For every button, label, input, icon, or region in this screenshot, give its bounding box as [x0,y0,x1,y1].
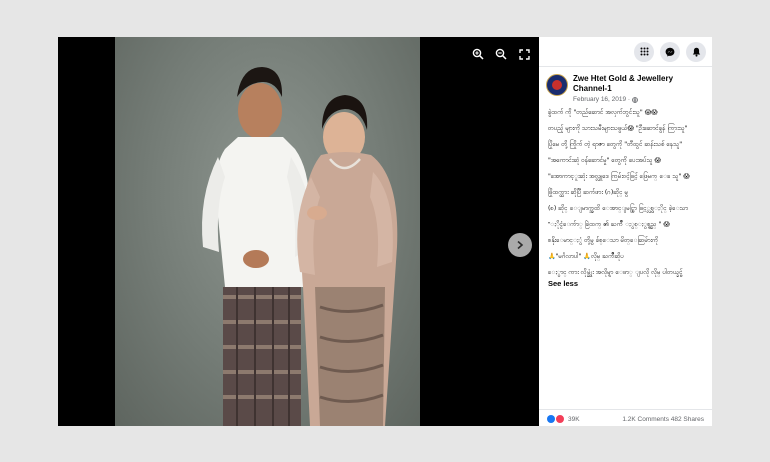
page-name-link[interactable]: Zwe Htet Gold & Jewellery Channel-1 [573,74,705,94]
post-paragraph: ပြိုမေ တို့ ကြိုက် တဲ့ ရာဇာ တွေကို "တီထွ… [548,141,683,148]
post-paragraph: စနိုးေမာင္ႏွံ တို့မွ ခ်စ္ေသာ မိတ္ေဆြမ်ား… [548,237,659,244]
photo-viewer [58,37,539,426]
post-date: February 16, 2019 · [573,96,705,103]
post-paragraph: (စ) ဆိုင္ ေျမာက္အထိ ေအာင္ျမင္စြာ ဖြင့္လွ… [548,205,689,212]
post-paragraph: ေႏွာင္ ကား လိုမ္ဆုံး အလိုမ္ရာ ေဖာ္ ျပလို… [548,269,683,276]
globe-icon [632,96,638,103]
post-paragraph: "အောကာင့ူးဆုံး အလ္လူဒေ ကြမ်းဝင့်ဖြင့် ဖြ… [548,173,690,180]
reactions-bar: 39K 1.2K Comments 482 Shares [539,409,712,426]
panel-top-bar [539,37,712,67]
reaction-count[interactable]: 39K [568,416,580,423]
man-figure [202,67,314,426]
messenger-icon[interactable] [660,41,680,62]
post-paragraph: တပည့် များကို သားသမီးများသဖွယ်😱 "ဦးဆောင်… [548,125,688,132]
grid-menu-icon[interactable] [634,41,654,62]
bell-icon[interactable] [686,41,706,62]
post-paragraph: ခွဲထက် ကို "တည်ဆောင် အလှက်ဘွင်းသူ" 😱😱 [548,109,658,116]
post-paragraph: ဖြိုထက္ထား ဆိုပြီ ဆက်ဖား (ဂ)ဆိုင္ မွ [548,189,629,196]
zoom-in-icon[interactable] [471,47,485,61]
post-panel: Zwe Htet Gold & Jewellery Channel-1 Febr… [539,37,712,426]
love-reaction-icon[interactable] [555,414,565,424]
next-photo-button[interactable] [508,233,532,257]
photo[interactable] [115,37,420,426]
avatar[interactable] [546,74,568,96]
like-reaction-icon[interactable] [547,415,555,423]
post-meta: Zwe Htet Gold & Jewellery Channel-1 Febr… [573,74,705,103]
photo-toolbar [471,47,531,61]
post-header: Zwe Htet Gold & Jewellery Channel-1 Febr… [539,67,712,103]
zoom-out-icon[interactable] [494,47,508,61]
photo-image [202,67,398,426]
post-text: ခွဲထက် ကို "တည်ဆောင် အလှက်ဘွင်းသူ" 😱😱 တပ… [539,103,712,288]
woman-figure [297,95,398,426]
post-date-text[interactable]: February 16, 2019 · [573,96,630,103]
fullscreen-icon[interactable] [517,47,531,61]
comment-share-stats[interactable]: 1.2K Comments 482 Shares [622,416,704,423]
post-paragraph: "အကောင်းဆုံ ဝန်ဆောင်မှု" တွေကို ပေးအပ်သူ… [548,157,662,164]
post-paragraph: "ႏိုင္ငံေက်ာ္ ခြဲထက္ ၏ ႀကိဳ ႏွစ္ႏွစ္ရွည္… [548,221,670,228]
chevron-right-icon [517,240,524,250]
post-paragraph: 🙏"မင်္ဂလာပါ" 🙏လိုမ္ ႀကိဳဆိုပ [548,253,624,260]
see-less-link[interactable]: See less [548,279,704,288]
